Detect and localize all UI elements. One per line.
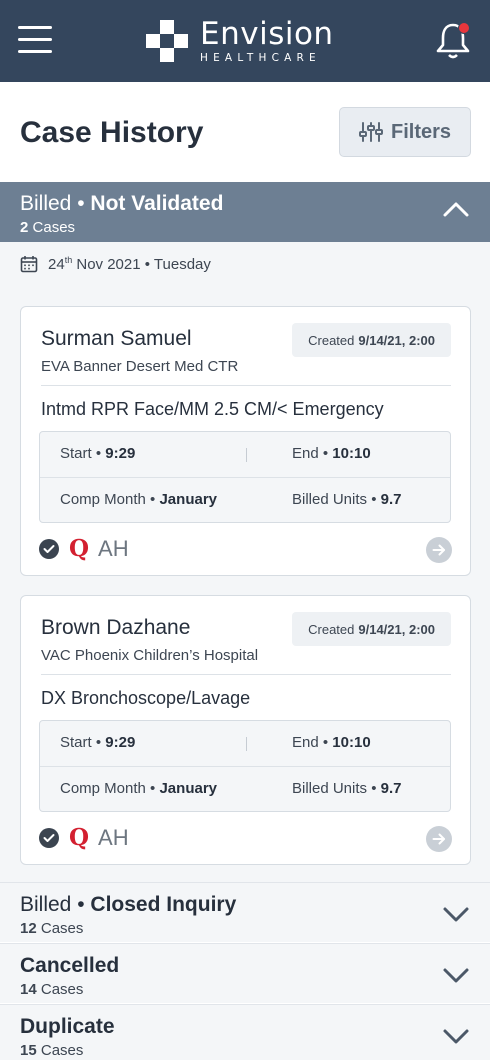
- case-card[interactable]: Surman Samuel EVA Banner Desert Med CTR …: [20, 306, 471, 576]
- filters-label: Filters: [390, 120, 452, 143]
- case-details: Start • 9:29 End • 10:10 Comp Month • Ja…: [39, 431, 451, 523]
- date-text: 24th Nov 2021 • Tuesday: [48, 255, 211, 273]
- brand-name: Envision: [200, 15, 334, 52]
- chevron-down-icon[interactable]: [442, 966, 470, 984]
- section-title: Billed • Not Validated: [20, 192, 224, 215]
- chevron-up-icon[interactable]: [442, 200, 470, 218]
- end-time: End • 10:10: [292, 734, 371, 751]
- chevron-down-icon[interactable]: [442, 905, 470, 923]
- patient-name: Surman Samuel: [41, 327, 192, 350]
- detail-separator: [246, 448, 247, 462]
- detail-divider: [40, 766, 450, 767]
- patient-name: Brown Dazhane: [41, 616, 191, 639]
- q-flag-icon: Q: [69, 535, 90, 562]
- brand-subtitle: HEALTHCARE: [200, 51, 321, 64]
- section-count: 2 Cases: [20, 219, 76, 236]
- provider-initials: AH: [98, 535, 129, 561]
- date-group-header: 24th Nov 2021 • Tuesday: [20, 255, 211, 273]
- section-title: Cancelled: [20, 954, 120, 977]
- notification-dot: [458, 22, 470, 34]
- arrow-right-icon[interactable]: [426, 537, 452, 563]
- case-details: Start • 9:29 End • 10:10 Comp Month • Ja…: [39, 720, 451, 812]
- app-header: Envision HEALTHCARE: [0, 0, 490, 82]
- filters-button[interactable]: Filters: [339, 107, 471, 157]
- facility-name: VAC Phoenix Children’s Hospital: [41, 647, 259, 664]
- comp-month: Comp Month • January: [60, 491, 218, 508]
- billed-units: Billed Units • 9.7: [292, 780, 402, 797]
- hamburger-menu-icon[interactable]: [18, 26, 52, 54]
- q-flag-icon: Q: [69, 824, 90, 851]
- detail-divider: [40, 477, 450, 478]
- end-time: End • 10:10: [292, 445, 371, 462]
- section-count: 15 Cases: [20, 1042, 84, 1059]
- section-duplicate[interactable]: Duplicate 15 Cases: [0, 1004, 490, 1060]
- section-cancelled[interactable]: Cancelled 14 Cases: [0, 943, 490, 1003]
- section-billed-not-validated[interactable]: Billed • Not Validated 2 Cases: [0, 182, 490, 242]
- chevron-down-icon[interactable]: [442, 1027, 470, 1045]
- case-status-row: Q AH: [39, 535, 129, 562]
- provider-initials: AH: [98, 824, 129, 850]
- envision-logo-mark: [146, 20, 188, 62]
- detail-separator: [246, 737, 247, 751]
- case-status-row: Q AH: [39, 824, 129, 851]
- card-divider: [41, 674, 451, 675]
- procedure-name: DX Bronchoscope/Lavage: [41, 688, 251, 708]
- calendar-icon: [20, 256, 38, 273]
- check-circle-icon: [39, 538, 59, 559]
- billed-units: Billed Units • 9.7: [292, 491, 402, 508]
- comp-month: Comp Month • January: [60, 780, 218, 797]
- envision-logo: Envision HEALTHCARE: [146, 17, 334, 65]
- check-circle-icon: [39, 827, 59, 848]
- section-title: Billed • Closed Inquiry: [20, 893, 237, 916]
- start-time: Start • 9:29: [60, 445, 136, 462]
- section-title: Duplicate: [20, 1015, 115, 1038]
- card-divider: [41, 385, 451, 386]
- arrow-right-icon[interactable]: [426, 826, 452, 852]
- section-count: 12 Cases: [20, 920, 84, 937]
- created-badge: Created 9/14/21, 2:00: [292, 612, 451, 646]
- case-card[interactable]: Brown Dazhane VAC Phoenix Children’s Hos…: [20, 595, 471, 865]
- section-billed-closed-inquiry[interactable]: Billed • Closed Inquiry 12 Cases: [0, 882, 490, 942]
- start-time: Start • 9:29: [60, 734, 136, 751]
- facility-name: EVA Banner Desert Med CTR: [41, 358, 239, 375]
- section-count: 14 Cases: [20, 981, 84, 998]
- created-badge: Created 9/14/21, 2:00: [292, 323, 451, 357]
- procedure-name: Intmd RPR Face/MM 2.5 CM/< Emergency: [41, 399, 384, 419]
- page-title: Case History: [20, 116, 204, 149]
- sliders-icon: [358, 122, 383, 142]
